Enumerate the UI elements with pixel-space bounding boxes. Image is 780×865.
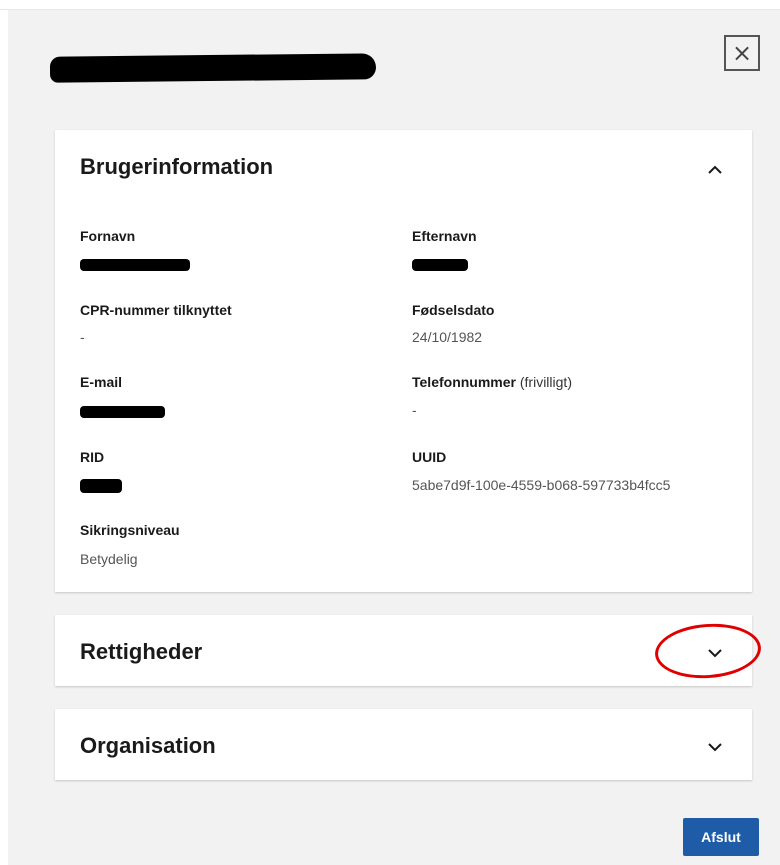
rettigheder-header[interactable]: Rettigheder bbox=[55, 615, 752, 686]
telefon-optional-text: (frivilligt) bbox=[519, 374, 572, 390]
uuid-label: UUID bbox=[412, 449, 447, 465]
efternavn-value-redacted bbox=[412, 259, 468, 271]
foedselsdato-value: 24/10/1982 bbox=[412, 329, 483, 345]
chevron-down-icon[interactable] bbox=[707, 648, 723, 658]
chevron-up-icon[interactable] bbox=[707, 165, 723, 175]
email-label: E-mail bbox=[80, 374, 123, 390]
brugerinformation-panel: Brugerinformation Fornavn CPR-nummer til… bbox=[55, 130, 752, 592]
organisation-title: Organisation bbox=[80, 733, 216, 758]
close-button[interactable]: × bbox=[724, 35, 760, 71]
afslut-button[interactable]: Afslut bbox=[683, 818, 759, 856]
organisation-header[interactable]: Organisation bbox=[55, 709, 752, 780]
telefon-label-text: Telefonnummer bbox=[412, 374, 516, 390]
email-value-redacted bbox=[80, 406, 165, 418]
sikringsniveau-value: Betydelig bbox=[80, 551, 138, 567]
rettigheder-panel: Rettigheder bbox=[55, 615, 752, 686]
cpr-label: CPR-nummer tilknyttet bbox=[80, 302, 232, 318]
close-icon: × bbox=[731, 39, 753, 67]
sikringsniveau-label: Sikringsniveau bbox=[80, 522, 180, 538]
brugerinformation-header[interactable]: Brugerinformation bbox=[55, 130, 752, 205]
rid-label: RID bbox=[80, 449, 105, 465]
chevron-down-icon[interactable] bbox=[707, 742, 723, 752]
fornavn-label: Fornavn bbox=[80, 228, 136, 244]
telefon-label: Telefonnummer (frivilligt) bbox=[412, 374, 572, 390]
cpr-value: - bbox=[80, 329, 85, 345]
organisation-panel: Organisation bbox=[55, 709, 752, 780]
fornavn-value-redacted bbox=[80, 259, 190, 271]
uuid-value: 5abe7d9f-100e-4559-b068-597733b4fcc5 bbox=[412, 477, 671, 493]
foedselsdato-label: Fødselsdato bbox=[412, 302, 495, 318]
brugerinformation-title: Brugerinformation bbox=[80, 154, 274, 179]
redacted-user-name bbox=[49, 53, 377, 83]
rettigheder-title: Rettigheder bbox=[80, 639, 203, 664]
rid-value-redacted bbox=[80, 479, 122, 493]
telefon-value: - bbox=[412, 402, 417, 418]
efternavn-label: Efternavn bbox=[412, 228, 477, 244]
